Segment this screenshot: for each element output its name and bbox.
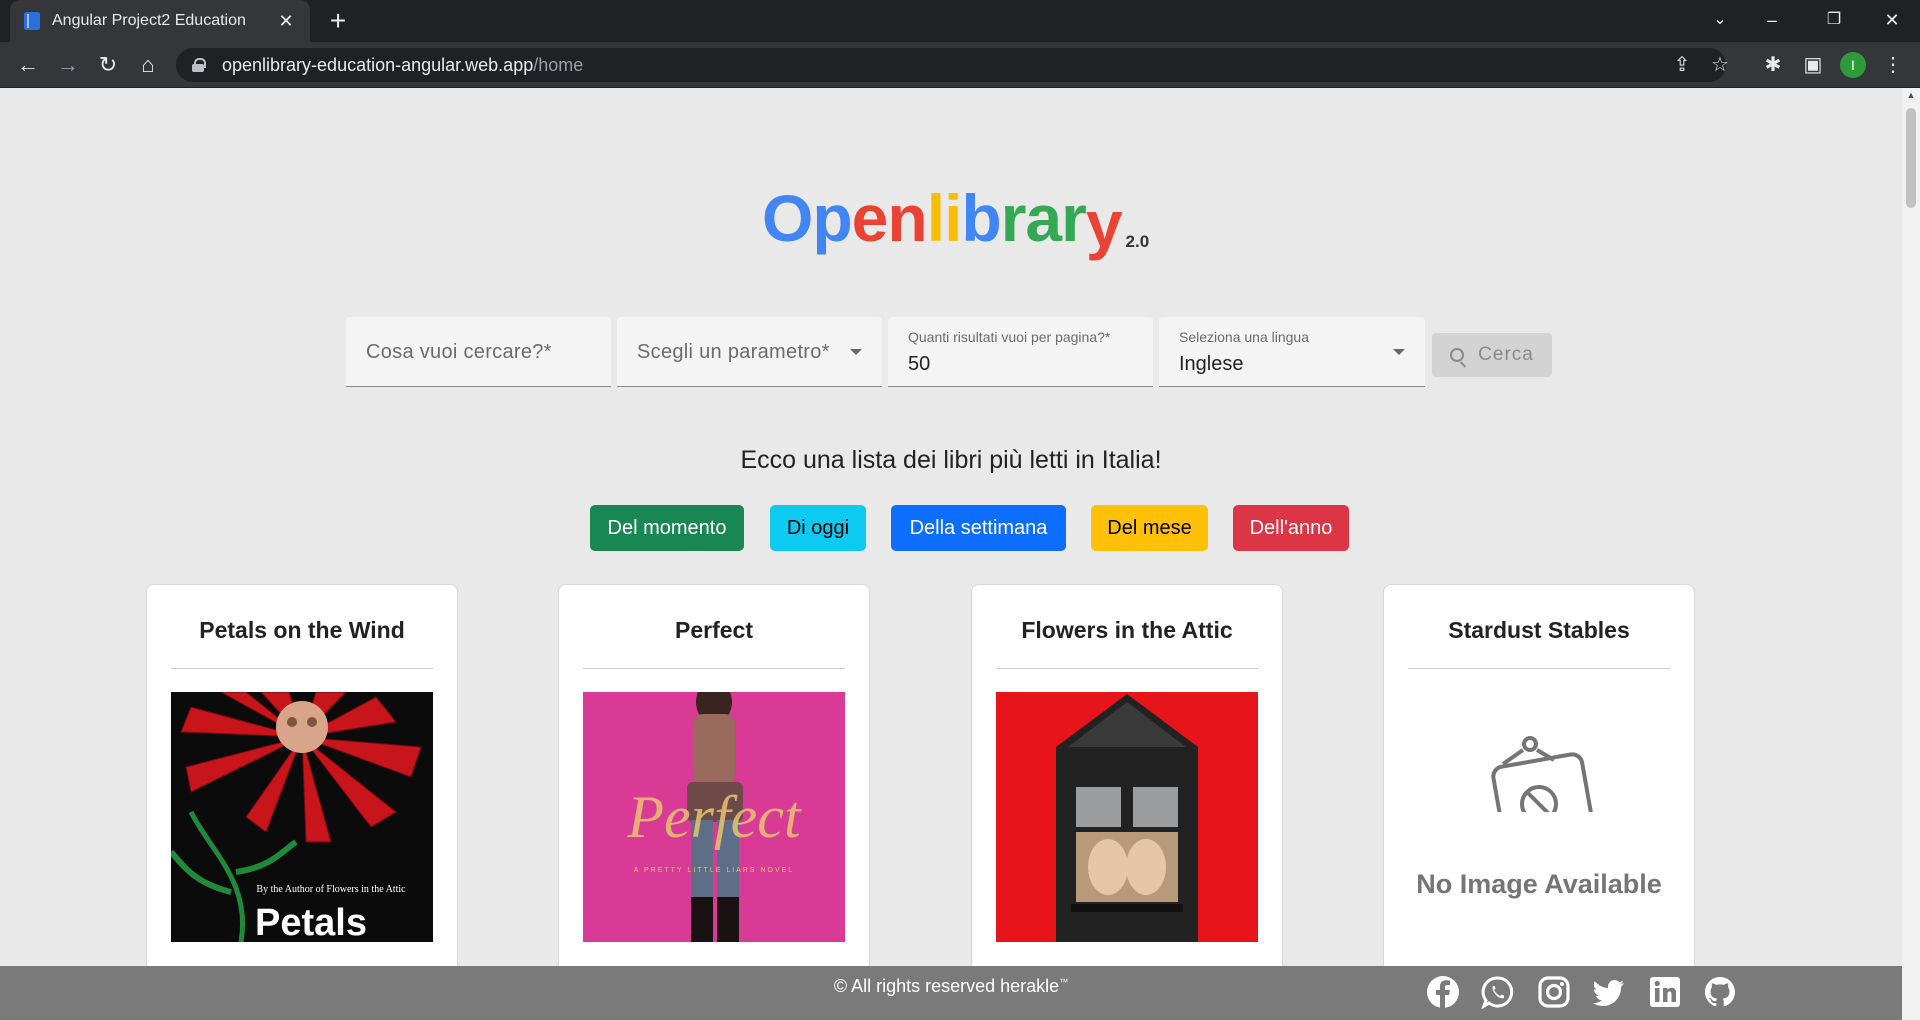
filter-del-momento-button[interactable]: Del momento: [590, 505, 744, 551]
language-value: Inglese: [1179, 353, 1244, 375]
page-footer: © All rights reserved herakle™: [0, 966, 1902, 1020]
forward-icon[interactable]: →: [52, 49, 84, 81]
logo-letter: i: [944, 181, 962, 255]
facebook-icon[interactable]: [1426, 975, 1460, 1009]
address-bar[interactable]: openlibrary-education-angular.web.app/ho…: [176, 48, 1729, 82]
card-divider: [996, 668, 1258, 669]
no-image-icon: [1491, 736, 1595, 848]
book-title: Flowers in the Attic: [1021, 617, 1233, 643]
extensions-puzzle-icon[interactable]: ✱: [1758, 50, 1788, 80]
book-title: Perfect: [675, 617, 753, 643]
tab-search-chevron-icon[interactable]: ⌄: [1692, 0, 1748, 40]
book-card[interactable]: Stardust Stables No Image Available: [1383, 584, 1695, 1020]
back-icon[interactable]: ←: [12, 49, 44, 81]
reload-icon[interactable]: ↻: [92, 49, 124, 81]
parameter-placeholder: Scegli un parametro*: [637, 341, 830, 363]
book-card[interactable]: Perfect Perfect A PRETTY LITTLE LIARS NO…: [558, 584, 870, 1020]
minimize-icon[interactable]: –: [1744, 0, 1800, 40]
github-icon[interactable]: [1703, 975, 1737, 1009]
parameter-select[interactable]: Scegli un parametro*: [617, 317, 882, 387]
close-tab-icon[interactable]: ✕: [276, 11, 296, 32]
new-tab-icon[interactable]: +: [322, 5, 354, 37]
search-query-input[interactable]: Cosa vuoi cercare?*: [346, 317, 611, 387]
search-icon: [1450, 348, 1465, 362]
book-cover-image[interactable]: [996, 692, 1258, 942]
filter-del-mese-button[interactable]: Del mese: [1091, 505, 1208, 551]
search-query-placeholder: Cosa vuoi cercare?*: [366, 341, 552, 363]
browser-tab[interactable]: Angular Project2 Education ✕: [10, 0, 310, 42]
url-path: /home: [533, 54, 584, 75]
twitter-icon[interactable]: [1592, 975, 1626, 1009]
logo-letter: O: [762, 181, 813, 255]
results-per-page-value: 50: [908, 353, 931, 375]
linkedin-icon[interactable]: [1648, 975, 1682, 1009]
restore-icon[interactable]: ❐: [1806, 0, 1862, 40]
instagram-icon[interactable]: [1537, 975, 1571, 1009]
book-cover-image[interactable]: By the Author of Flowers in the Attic Pe…: [171, 692, 433, 942]
book-card[interactable]: Petals on the Wind By the Author of Flow…: [146, 584, 458, 1020]
page-scrollbar[interactable]: ▲: [1902, 88, 1920, 1020]
side-panel-icon[interactable]: ▣: [1798, 50, 1828, 80]
logo-letter: r: [1061, 181, 1087, 255]
scroll-up-icon[interactable]: ▲: [1906, 90, 1916, 100]
filter-della-settimana-button[interactable]: Della settimana: [891, 505, 1066, 551]
logo-letter: a: [1025, 181, 1062, 255]
trademark-symbol: ™: [1059, 977, 1069, 987]
book-cover-placeholder: No Image Available: [1408, 692, 1670, 942]
browser-toolbar: ← → ↻ ⌂ openlibrary-education-angular.we…: [0, 42, 1920, 88]
whatsapp-icon[interactable]: [1481, 975, 1515, 1009]
book-title: Petals on the Wind: [199, 617, 405, 643]
card-divider: [1408, 668, 1670, 669]
card-divider: [171, 668, 433, 669]
dropdown-arrow-icon: [850, 349, 862, 355]
logo-letter: e: [851, 181, 889, 255]
book-cover-image[interactable]: Perfect A PRETTY LITTLE LIARS NOVEL: [583, 692, 845, 942]
logo-letter: p: [812, 181, 852, 255]
filter-dell-anno-button[interactable]: Dell'anno: [1233, 505, 1349, 551]
card-divider: [583, 668, 845, 669]
page-viewport: Openlibrary 2.0 Cosa vuoi cercare?* Scegl…: [0, 88, 1902, 1020]
logo-version: 2.0: [1125, 232, 1150, 251]
profile-avatar[interactable]: I: [1840, 52, 1866, 78]
logo-letter: r: [1000, 181, 1027, 255]
dropdown-arrow-icon: [1393, 349, 1405, 355]
search-button[interactable]: Cerca: [1432, 333, 1552, 377]
book-card[interactable]: Flowers in the Attic: [971, 584, 1283, 1020]
logo-letter: l: [926, 181, 945, 255]
scrollbar-thumb[interactable]: [1906, 108, 1916, 208]
cover-tagline: A PRETTY LITTLE LIARS NOVEL: [634, 867, 794, 874]
book-favicon-icon: [24, 12, 40, 30]
lock-icon[interactable]: [192, 58, 206, 72]
search-button-label: Cerca: [1478, 344, 1534, 365]
language-label: Seleziona una lingua: [1179, 329, 1309, 345]
menu-kebab-icon[interactable]: ⋮: [1878, 50, 1908, 80]
tab-title: Angular Project2 Education: [52, 12, 246, 29]
page-headline: Ecco una lista dei libri più letti in It…: [740, 446, 1162, 474]
share-icon[interactable]: ⇪: [1668, 51, 1696, 79]
cover-tagline: By the Author of Flowers in the Attic: [256, 884, 406, 895]
browser-tab-strip: Angular Project2 Education ✕ + ⌄ – ❐ ✕: [0, 0, 1920, 42]
cover-title-text: Perfect: [626, 784, 802, 850]
language-select[interactable]: Seleziona una lingua Inglese: [1159, 317, 1425, 387]
filter-di-oggi-button[interactable]: Di oggi: [770, 505, 866, 551]
no-image-label: No Image Available: [1416, 869, 1662, 899]
results-per-page-input[interactable]: Quanti risultati vuoi per pagina?* 50: [888, 317, 1153, 387]
home-icon[interactable]: ⌂: [132, 49, 164, 81]
cover-title-text: Petals: [255, 902, 367, 942]
close-window-icon[interactable]: ✕: [1864, 0, 1920, 40]
book-title: Stardust Stables: [1448, 617, 1630, 643]
bookmark-star-icon[interactable]: ☆: [1706, 51, 1734, 79]
logo-letter: n: [887, 181, 927, 255]
logo-letter: y: [1085, 187, 1123, 261]
footer-copyright-text: © All rights reserved herakle: [833, 976, 1060, 996]
results-per-page-label: Quanti risultati vuoi per pagina?*: [908, 329, 1111, 345]
openlibrary-logo: Openlibrary 2.0: [762, 180, 1150, 261]
logo-letter: b: [961, 181, 1001, 255]
url-host: openlibrary-education-angular.web.app: [222, 54, 534, 75]
